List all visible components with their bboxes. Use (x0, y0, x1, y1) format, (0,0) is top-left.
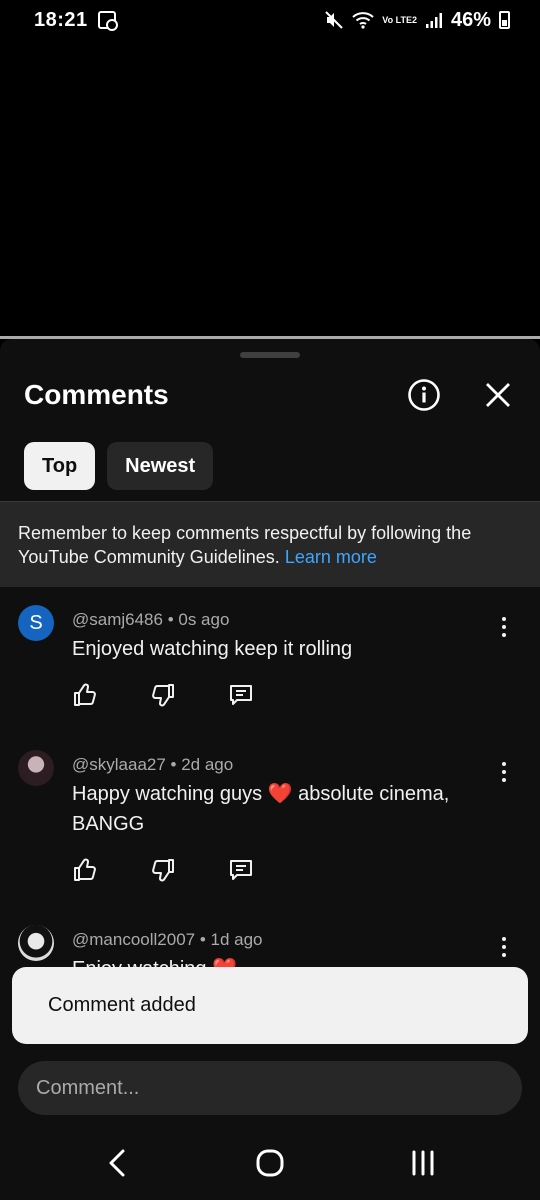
comment-more-button[interactable] (494, 614, 514, 640)
comment-item: @skylaaa27 • 2d ago Happy watching guys … (0, 747, 540, 897)
sheet-header: Comments (0, 369, 540, 421)
info-button[interactable] (406, 377, 442, 413)
comment-input[interactable] (18, 1061, 522, 1115)
reply-icon (230, 685, 252, 705)
status-icons: Vo LTE2 46% (324, 9, 510, 32)
status-bar: 18:21 Vo LTE2 46% (0, 0, 540, 40)
comment-time: 0s ago (178, 610, 230, 629)
lte-indicator: Vo LTE2 (382, 14, 417, 25)
thumbs-down-icon (152, 859, 174, 882)
dislike-button[interactable] (150, 682, 176, 708)
sort-tabs: Top Newest (24, 442, 214, 490)
comment-composer (0, 1050, 540, 1126)
tab-newest[interactable]: Newest (107, 442, 214, 490)
like-button[interactable] (72, 857, 98, 883)
screen-share-icon (97, 11, 118, 31)
comment-time: 1d ago (210, 930, 263, 949)
comment-author[interactable]: @mancooll2007 (72, 930, 195, 949)
thumbs-down-icon (152, 684, 174, 707)
back-icon (109, 1149, 125, 1177)
comment-author[interactable]: @skylaaa27 (72, 755, 166, 774)
guidelines-banner: Remember to keep comments respectful by … (0, 502, 540, 587)
comment-text: Happy watching guys ❤️ absolute cinema, … (72, 783, 450, 835)
comment-actions (72, 682, 254, 708)
snackbar-text: Comment added (48, 994, 196, 1016)
thumbs-up-icon (74, 858, 96, 881)
sheet-title: Comments (24, 379, 169, 410)
system-nav-bar (0, 1126, 540, 1200)
status-time: 18:21 (34, 8, 88, 31)
back-button[interactable] (87, 1133, 147, 1193)
guidelines-text: Remember to keep comments respectful by … (18, 523, 472, 567)
dislike-button[interactable] (150, 857, 176, 883)
recents-button[interactable] (393, 1133, 453, 1193)
close-icon (486, 383, 510, 407)
learn-more-link[interactable]: Learn more (285, 547, 377, 567)
video-player[interactable] (0, 40, 540, 336)
comment-more-button[interactable] (494, 934, 514, 960)
tab-top[interactable]: Top (24, 442, 96, 490)
reply-button[interactable] (228, 857, 254, 883)
comment-item: S @samj6486 • 0s ago Enjoyed watching ke… (0, 602, 540, 722)
drag-handle[interactable] (240, 352, 300, 358)
comment-meta: @skylaaa27 • 2d ago (72, 755, 234, 774)
like-button[interactable] (72, 682, 98, 708)
battery-percent: 46% (450, 8, 491, 31)
signal-icon (425, 11, 443, 29)
avatar[interactable] (18, 925, 54, 961)
thumbs-up-icon (74, 683, 96, 706)
mute-icon (324, 10, 344, 30)
comment-author[interactable]: @samj6486 (72, 610, 163, 629)
comment-meta: @samj6486 • 0s ago (72, 610, 230, 629)
wifi-icon (352, 11, 374, 29)
recents-icon (412, 1150, 434, 1176)
comment-time: 2d ago (181, 755, 234, 774)
close-button[interactable] (480, 377, 516, 413)
battery-icon (499, 11, 510, 29)
info-icon (408, 379, 440, 411)
comment-actions (72, 857, 254, 883)
home-button[interactable] (240, 1133, 300, 1193)
reply-button[interactable] (228, 682, 254, 708)
snackbar: Comment added (12, 967, 528, 1044)
comment-more-button[interactable] (494, 759, 514, 785)
home-icon (256, 1149, 284, 1177)
comment-meta: @mancooll2007 • 1d ago (72, 930, 263, 949)
avatar[interactable] (18, 750, 54, 786)
avatar[interactable]: S (18, 605, 54, 641)
comment-text: Enjoyed watching keep it rolling (72, 638, 353, 660)
reply-icon (230, 860, 252, 880)
